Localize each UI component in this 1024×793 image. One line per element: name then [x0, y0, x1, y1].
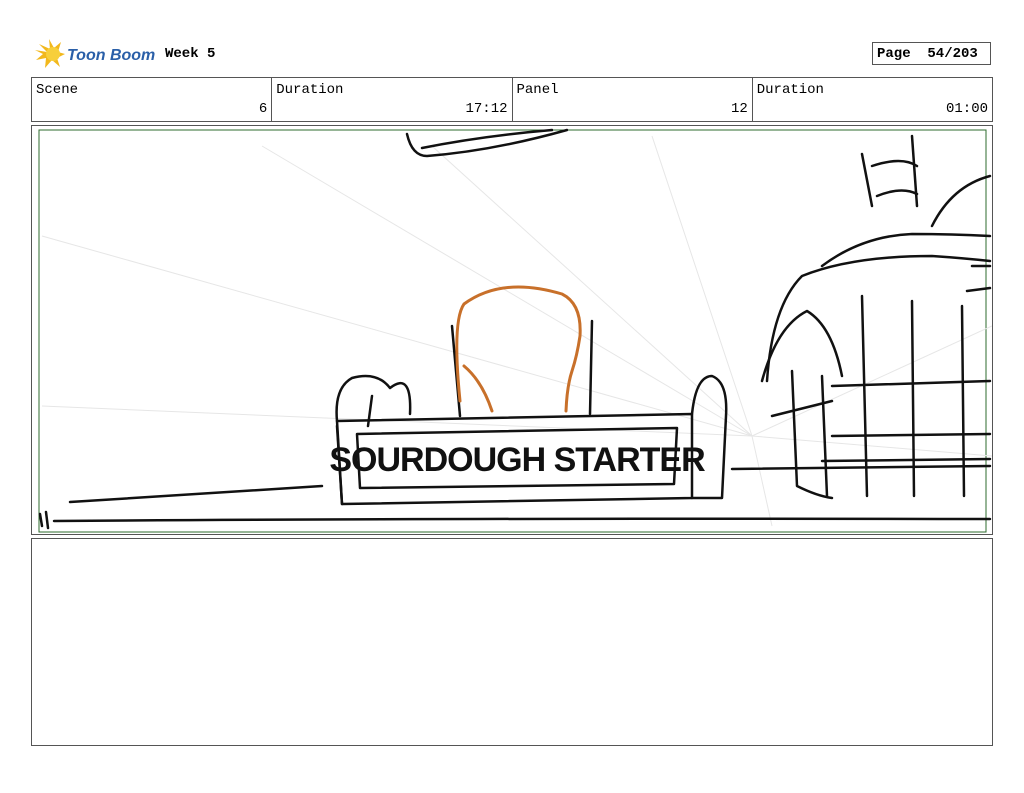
panel-duration-value: 01:00 [945, 101, 988, 117]
scene-duration-cell: Duration 17:12 [272, 78, 513, 121]
storyboard-title: Week 5 [165, 46, 216, 62]
panel-value: 12 [730, 101, 748, 117]
storyboard-panel-image: SOURDOUGH STARTER [31, 125, 993, 535]
panel-info-bar: Scene 6 Duration 17:12 Panel 12 Duration… [31, 77, 993, 122]
toon-boom-logo-icon: Toon Boom [35, 39, 155, 68]
logo-text: Toon Boom [67, 47, 155, 64]
panel-notes-area [31, 538, 993, 746]
scene-duration-label: Duration [276, 82, 344, 98]
panel-cell: Panel 12 [513, 78, 753, 121]
scene-cell: Scene 6 [32, 78, 273, 121]
panel-duration-label: Duration [756, 82, 824, 98]
scene-duration-value: 17:12 [465, 101, 508, 117]
sign-text: SOURDOUGH STARTER [329, 441, 705, 479]
toon-boom-logo: Toon Boom [33, 38, 158, 70]
page-counter: Page 54/203 [872, 42, 991, 65]
scene-label: Scene [36, 82, 79, 98]
scene-value: 6 [258, 101, 268, 117]
sketch-drawing: SOURDOUGH STARTER [38, 128, 992, 533]
panel-label: Panel [516, 82, 559, 98]
panel-duration-cell: Duration 01:00 [753, 78, 992, 121]
